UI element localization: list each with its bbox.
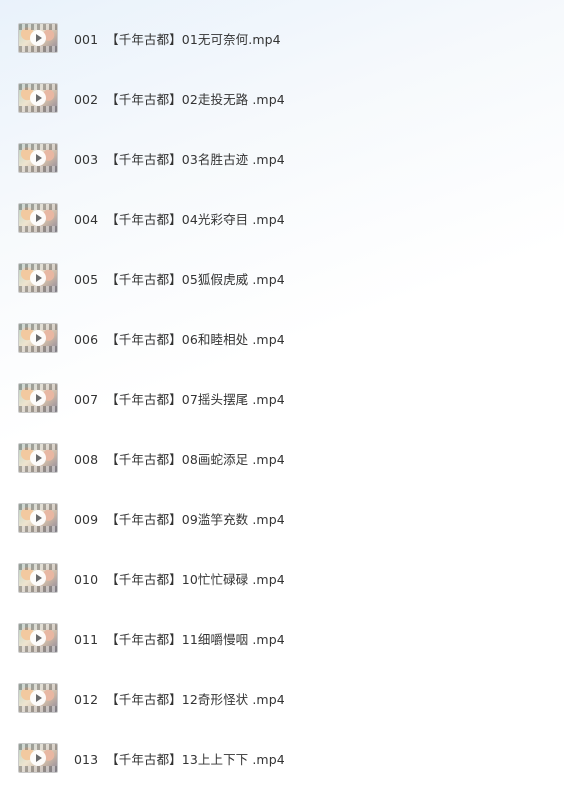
file-index: 001 xyxy=(74,31,99,47)
file-index: 004 xyxy=(74,211,99,227)
file-row-008[interactable]: 008 【千年古都】08画蛇添足 .mp4 xyxy=(0,428,564,488)
play-icon xyxy=(30,270,46,286)
file-row-001[interactable]: 001 【千年古都】01无可奈何.mp4 xyxy=(0,8,564,68)
file-index: 012 xyxy=(74,691,99,707)
play-icon xyxy=(30,690,46,706)
file-label[interactable]: 006 【千年古都】06和睦相处 .mp4 xyxy=(74,329,285,348)
video-thumbnail-icon[interactable] xyxy=(18,683,58,713)
play-icon xyxy=(30,450,46,466)
file-list: 001 【千年古都】01无可奈何.mp4 002 【千年古都】02走投无路 .mp4… xyxy=(0,8,564,788)
file-index: 013 xyxy=(74,751,99,767)
file-index: 010 xyxy=(74,571,99,587)
file-label[interactable]: 002 【千年古都】02走投无路 .mp4 xyxy=(74,89,285,108)
file-index: 007 xyxy=(74,391,99,407)
file-index: 011 xyxy=(74,631,99,647)
file-label[interactable]: 004 【千年古都】04光彩夺目 .mp4 xyxy=(74,209,285,228)
video-thumbnail-icon[interactable] xyxy=(18,23,58,53)
video-thumbnail-icon[interactable] xyxy=(18,323,58,353)
file-row-003[interactable]: 003 【千年古都】03名胜古迹 .mp4 xyxy=(0,128,564,188)
file-name: 【千年古都】13上上下下 .mp4 xyxy=(106,751,285,767)
play-icon xyxy=(30,390,46,406)
file-name: 【千年古都】07摇头摆尾 .mp4 xyxy=(106,391,285,407)
file-row-006[interactable]: 006 【千年古都】06和睦相处 .mp4 xyxy=(0,308,564,368)
file-row-013[interactable]: 013 【千年古都】13上上下下 .mp4 xyxy=(0,728,564,788)
video-thumbnail-icon[interactable] xyxy=(18,383,58,413)
file-name: 【千年古都】09滥竽充数 .mp4 xyxy=(106,511,285,527)
video-thumbnail-icon[interactable] xyxy=(18,143,58,173)
file-row-010[interactable]: 010 【千年古都】10忙忙碌碌 .mp4 xyxy=(0,548,564,608)
file-label[interactable]: 001 【千年古都】01无可奈何.mp4 xyxy=(74,29,281,48)
file-index: 008 xyxy=(74,451,99,467)
file-label[interactable]: 010 【千年古都】10忙忙碌碌 .mp4 xyxy=(74,569,285,588)
file-row-012[interactable]: 012 【千年古都】12奇形怪状 .mp4 xyxy=(0,668,564,728)
file-label[interactable]: 007 【千年古都】07摇头摆尾 .mp4 xyxy=(74,389,285,408)
file-index: 009 xyxy=(74,511,99,527)
file-index: 006 xyxy=(74,331,99,347)
file-name: 【千年古都】12奇形怪状 .mp4 xyxy=(106,691,285,707)
video-thumbnail-icon[interactable] xyxy=(18,263,58,293)
file-row-005[interactable]: 005 【千年古都】05狐假虎威 .mp4 xyxy=(0,248,564,308)
file-label[interactable]: 011 【千年古都】11细嚼慢咽 .mp4 xyxy=(74,629,285,648)
file-name: 【千年古都】11细嚼慢咽 .mp4 xyxy=(106,631,285,647)
play-icon xyxy=(30,630,46,646)
file-label[interactable]: 013 【千年古都】13上上下下 .mp4 xyxy=(74,749,285,768)
file-name: 【千年古都】01无可奈何.mp4 xyxy=(106,31,281,47)
file-label[interactable]: 003 【千年古都】03名胜古迹 .mp4 xyxy=(74,149,285,168)
video-thumbnail-icon[interactable] xyxy=(18,743,58,773)
file-index: 005 xyxy=(74,271,99,287)
file-index: 002 xyxy=(74,91,99,107)
file-row-007[interactable]: 007 【千年古都】07摇头摆尾 .mp4 xyxy=(0,368,564,428)
file-row-002[interactable]: 002 【千年古都】02走投无路 .mp4 xyxy=(0,68,564,128)
file-row-004[interactable]: 004 【千年古都】04光彩夺目 .mp4 xyxy=(0,188,564,248)
video-thumbnail-icon[interactable] xyxy=(18,623,58,653)
file-label[interactable]: 009 【千年古都】09滥竽充数 .mp4 xyxy=(74,509,285,528)
file-name: 【千年古都】03名胜古迹 .mp4 xyxy=(106,151,285,167)
video-thumbnail-icon[interactable] xyxy=(18,503,58,533)
play-icon xyxy=(30,30,46,46)
file-name: 【千年古都】06和睦相处 .mp4 xyxy=(106,331,285,347)
file-label[interactable]: 008 【千年古都】08画蛇添足 .mp4 xyxy=(74,449,285,468)
play-icon xyxy=(30,750,46,766)
video-thumbnail-icon[interactable] xyxy=(18,443,58,473)
play-icon xyxy=(30,150,46,166)
file-name: 【千年古都】02走投无路 .mp4 xyxy=(106,91,285,107)
play-icon xyxy=(30,510,46,526)
video-thumbnail-icon[interactable] xyxy=(18,203,58,233)
file-row-009[interactable]: 009 【千年古都】09滥竽充数 .mp4 xyxy=(0,488,564,548)
play-icon xyxy=(30,330,46,346)
play-icon xyxy=(30,90,46,106)
video-thumbnail-icon[interactable] xyxy=(18,83,58,113)
play-icon xyxy=(30,210,46,226)
video-thumbnail-icon[interactable] xyxy=(18,563,58,593)
file-label[interactable]: 005 【千年古都】05狐假虎威 .mp4 xyxy=(74,269,285,288)
file-row-011[interactable]: 011 【千年古都】11细嚼慢咽 .mp4 xyxy=(0,608,564,668)
file-name: 【千年古都】04光彩夺目 .mp4 xyxy=(106,211,285,227)
play-icon xyxy=(30,570,46,586)
file-name: 【千年古都】08画蛇添足 .mp4 xyxy=(106,451,285,467)
file-name: 【千年古都】10忙忙碌碌 .mp4 xyxy=(106,571,285,587)
file-index: 003 xyxy=(74,151,99,167)
file-name: 【千年古都】05狐假虎威 .mp4 xyxy=(106,271,285,287)
file-label[interactable]: 012 【千年古都】12奇形怪状 .mp4 xyxy=(74,689,285,708)
